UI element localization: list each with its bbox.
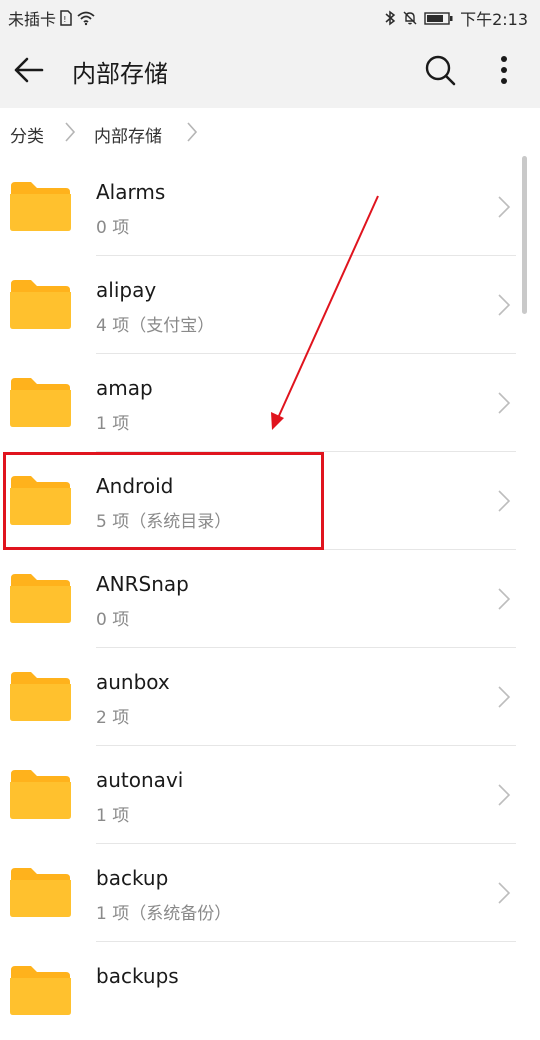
folder-detail: 2 项 [96, 708, 130, 728]
arrow-left-icon [14, 57, 44, 83]
breadcrumb-item-category[interactable]: 分类 [10, 122, 44, 147]
folder-icon [10, 280, 71, 329]
folder-icon [10, 182, 71, 231]
folder-detail: 0 项 [96, 218, 130, 238]
svg-text:!: ! [63, 15, 66, 24]
breadcrumb: 分类 内部存储 [0, 108, 540, 158]
list-item[interactable]: ANRSnap 0 项 [0, 550, 540, 648]
folder-name: Alarms [96, 180, 166, 204]
chevron-right-icon [498, 490, 511, 512]
folder-icon [10, 378, 71, 427]
folder-name: aunbox [96, 670, 170, 694]
folder-detail: 1 项（系统备份） [96, 904, 232, 924]
folder-name: backups [96, 964, 179, 988]
folder-name: autonavi [96, 768, 184, 792]
highlight-box [3, 452, 324, 550]
folder-name: alipay [96, 278, 157, 302]
more-button[interactable] [488, 50, 520, 90]
wifi-icon [76, 10, 96, 26]
folder-detail: 4 项（支付宝） [96, 316, 215, 336]
chevron-right-icon [64, 120, 76, 149]
mute-bell-icon [402, 10, 418, 26]
search-icon [425, 55, 456, 86]
chevron-right-icon [498, 882, 511, 904]
folder-detail: 0 项 [96, 610, 130, 630]
sim-icon: ! [60, 10, 72, 26]
back-button[interactable] [10, 52, 46, 88]
list-item[interactable]: backups [0, 942, 540, 1040]
chevron-right-icon [498, 196, 511, 218]
list-item[interactable]: alipay 4 项（支付宝） [0, 256, 540, 354]
status-bar: 未插卡 ! 下午2:13 [0, 0, 540, 32]
chevron-right-icon [498, 294, 511, 316]
list-item[interactable]: backup 1 项（系统备份） [0, 844, 540, 942]
folder-name: amap [96, 376, 153, 400]
chevron-right-icon [498, 588, 511, 610]
folder-icon [10, 966, 71, 1015]
folder-detail: 1 项 [96, 414, 130, 434]
list-item[interactable]: aunbox 2 项 [0, 648, 540, 746]
search-button[interactable] [420, 50, 460, 90]
bluetooth-icon [384, 10, 396, 26]
carrier-label: 未插卡 [8, 10, 57, 29]
folder-icon [10, 770, 71, 819]
folder-icon [10, 574, 71, 623]
folder-icon [10, 868, 71, 917]
folder-icon [10, 672, 71, 721]
chevron-right-icon [498, 392, 511, 414]
app-bar: 内部存储 [0, 32, 540, 108]
chevron-right-icon [498, 686, 511, 708]
chevron-right-icon [186, 120, 198, 149]
folder-name: backup [96, 866, 169, 890]
list-item[interactable]: amap 1 项 [0, 354, 540, 452]
folder-name: ANRSnap [96, 572, 189, 596]
scrollbar[interactable] [522, 156, 527, 314]
breadcrumb-item-storage[interactable]: 内部存储 [94, 122, 162, 147]
list-item[interactable]: autonavi 1 项 [0, 746, 540, 844]
more-vertical-icon [501, 56, 507, 84]
list-item[interactable]: Alarms 0 项 [0, 158, 540, 256]
battery-icon [424, 10, 454, 26]
folder-detail: 1 项 [96, 806, 130, 826]
page-title: 内部存储 [72, 60, 168, 88]
chevron-right-icon [498, 784, 511, 806]
clock: 下午2:13 [460, 10, 528, 29]
